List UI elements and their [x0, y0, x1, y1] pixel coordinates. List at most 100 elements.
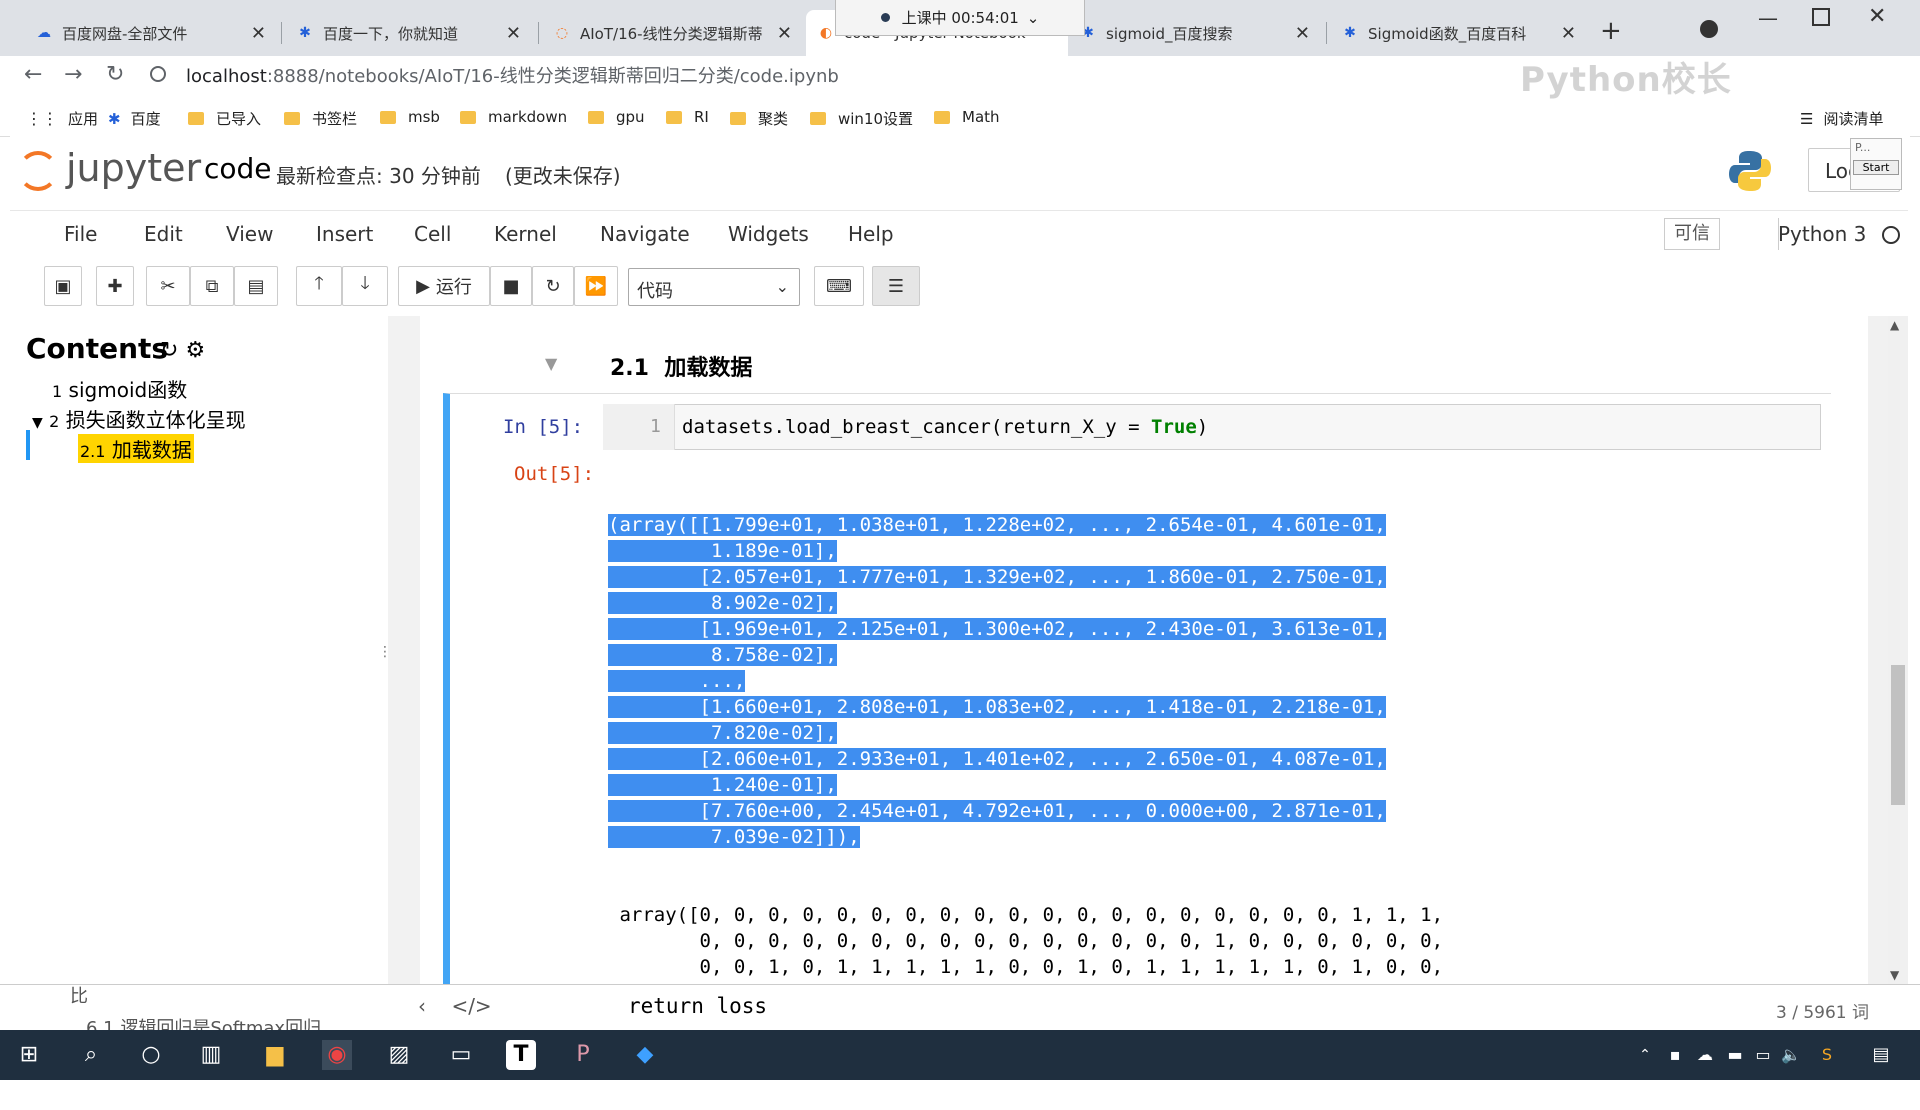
bookmark-bookmarks-bar[interactable]: 书签栏	[284, 108, 357, 129]
menu-view[interactable]: View	[226, 222, 273, 246]
jupyter-logo[interactable]: jupyter	[18, 146, 201, 191]
image-app-icon[interactable]: ▨	[384, 1040, 414, 1070]
toc-item-loss-3d[interactable]: ▼ 2 损失函数立体化呈现	[32, 404, 246, 433]
bookmark-math[interactable]: Math	[934, 108, 1000, 126]
scroll-down-arrow-icon[interactable]: ▼	[1890, 968, 1899, 982]
save-button[interactable]: ▣	[44, 266, 82, 306]
folder-icon	[730, 112, 746, 125]
info-icon[interactable]	[150, 66, 166, 82]
kernel-name[interactable]: Python 3	[1778, 222, 1866, 246]
window-close-button[interactable]: ✕	[1868, 4, 1886, 29]
restart-run-all-button[interactable]: ⏩	[574, 266, 618, 306]
menu-edit[interactable]: Edit	[144, 222, 183, 246]
bookmark-baidu[interactable]: ✱ 百度	[108, 108, 161, 129]
network-icon[interactable]: ▭	[1748, 1040, 1778, 1070]
paste-button[interactable]: ▤	[234, 266, 278, 306]
volume-icon[interactable]: 🔈	[1776, 1040, 1806, 1070]
bookmark-win10[interactable]: win10设置	[810, 108, 913, 129]
cell-type-select[interactable]: 代码 ⌄	[628, 268, 800, 306]
insert-cell-button[interactable]: ✚	[96, 266, 134, 306]
restart-button[interactable]: ↻	[532, 266, 574, 306]
address-input[interactable]: localhost:8888/notebooks/AIoT/16-线性分类逻辑斯…	[186, 62, 839, 88]
reading-list[interactable]: ☰ 阅读清单	[1800, 108, 1883, 129]
maximize-button[interactable]	[1812, 8, 1830, 26]
tab-sigmoid-search[interactable]: ✱ sigmoid_百度搜索 ✕	[1068, 10, 1322, 56]
reload-button[interactable]: ↻	[106, 62, 124, 87]
onedrive-icon[interactable]: ☁	[1690, 1040, 1720, 1070]
move-up-button[interactable]: 🡑	[296, 266, 342, 306]
typora-icon[interactable]: T	[506, 1040, 536, 1070]
copy-button[interactable]: ⧉	[190, 266, 234, 306]
menu-kernel[interactable]: Kernel	[494, 222, 557, 246]
splitter-grip-icon[interactable]: ⋮	[378, 644, 392, 660]
notebook-name[interactable]: code	[204, 152, 272, 185]
pdf-app-icon[interactable]: P	[568, 1040, 598, 1070]
gear-icon[interactable]: ⚙	[185, 338, 205, 363]
toc-toggle-button[interactable]: ☰	[872, 266, 920, 306]
forward-button[interactable]: →	[64, 62, 82, 87]
move-down-button[interactable]: 🡓	[342, 266, 388, 306]
trusted-indicator[interactable]: 可信	[1664, 218, 1720, 250]
tray-app-icon[interactable]: ▪	[1660, 1040, 1690, 1070]
bookmark-apps[interactable]: ⋮⋮ 应用	[26, 108, 98, 129]
menu-widgets[interactable]: Widgets	[728, 222, 809, 246]
menu-navigate[interactable]: Navigate	[600, 222, 690, 246]
file-explorer-icon[interactable]: ▆	[260, 1040, 290, 1070]
run-button[interactable]: ▶ 运行	[398, 266, 490, 306]
toc-item-load-data[interactable]: 2.1 加载数据	[78, 434, 194, 463]
cortana-icon[interactable]: ○	[136, 1040, 166, 1070]
back-button[interactable]: ←	[24, 62, 42, 87]
task-view-icon[interactable]: ▥	[196, 1040, 226, 1070]
bookmark-imported[interactable]: 已导入	[188, 108, 261, 129]
refresh-icon[interactable]: ↻	[160, 338, 178, 363]
command-palette-button[interactable]: ⌨	[814, 266, 864, 306]
class-timer-widget[interactable]: 上课中 00:54:01 ⌄	[835, 0, 1085, 36]
tab-baidu-search[interactable]: ✱ 百度一下，你就知道 ✕	[285, 10, 533, 56]
interrupt-button[interactable]: ■	[490, 266, 532, 306]
bookmark-gpu[interactable]: gpu	[588, 108, 645, 126]
close-icon[interactable]: ✕	[777, 23, 792, 44]
scrollbar-thumb[interactable]	[1891, 665, 1905, 805]
collapse-caret-icon[interactable]: ▼	[545, 354, 557, 373]
start-button[interactable]: Start	[1853, 160, 1899, 175]
terminal-icon[interactable]: ▭	[446, 1040, 476, 1070]
new-tab-button[interactable]: +	[1600, 16, 1622, 46]
tab-baidu-pan[interactable]: ☁ 百度网盘-全部文件 ✕	[24, 10, 278, 56]
close-icon[interactable]: ✕	[1561, 23, 1576, 44]
code-line[interactable]: datasets.load_breast_cancer(return_X_y =…	[682, 416, 1208, 438]
vscode-icon[interactable]: ◆	[630, 1040, 660, 1070]
footer-nav[interactable]: ‹ </>	[418, 994, 492, 1018]
close-icon[interactable]: ✕	[506, 23, 521, 44]
bookmark-markdown[interactable]: markdown	[460, 108, 567, 126]
search-icon[interactable]: ⌕	[76, 1040, 106, 1070]
close-icon[interactable]: ✕	[1295, 23, 1310, 44]
chevron-left-icon[interactable]: ‹	[418, 994, 426, 1018]
windows-start-icon[interactable]: ⊞	[14, 1040, 44, 1070]
menu-help[interactable]: Help	[848, 222, 894, 246]
bookmark-msb[interactable]: msb	[380, 108, 440, 126]
code-view-icon[interactable]: </>	[451, 994, 491, 1018]
battery-icon[interactable]: ▬	[1720, 1040, 1750, 1070]
notebook-scrollbar[interactable]	[1868, 316, 1888, 984]
tab-aiot-notebook[interactable]: ◌ AIoT/16-线性分类逻辑斯蒂 ✕	[542, 10, 804, 56]
input-method-icon[interactable]: S	[1812, 1040, 1842, 1070]
menu-file[interactable]: File	[64, 222, 97, 246]
cut-button[interactable]: ✂	[146, 266, 190, 306]
notifications-icon[interactable]: ▤	[1866, 1040, 1896, 1070]
bookmark-ri[interactable]: RI	[666, 108, 709, 126]
menu-insert[interactable]: Insert	[316, 222, 373, 246]
tab-search-icon[interactable]	[1700, 20, 1718, 38]
page-scrollbar[interactable]	[1888, 316, 1908, 984]
bookmark-clustering[interactable]: 聚类	[730, 108, 788, 129]
tray-arrow-icon[interactable]: ⌃	[1630, 1040, 1660, 1070]
chrome-icon[interactable]: ◉	[322, 1040, 352, 1070]
tab-sigmoid-baike[interactable]: ✱ Sigmoid函数_百度百科 ✕	[1330, 10, 1588, 56]
minimize-button[interactable]: —	[1758, 6, 1778, 30]
toc-item-sigmoid[interactable]: 1 sigmoid函数	[52, 374, 187, 403]
close-icon[interactable]: ✕	[251, 23, 266, 44]
toc-splitter[interactable]	[388, 316, 420, 984]
scroll-up-arrow-icon[interactable]: ▲	[1890, 318, 1899, 332]
caret-down-icon[interactable]: ▼	[32, 415, 43, 431]
start-overlay-widget[interactable]: P... Start	[1850, 138, 1902, 190]
menu-cell[interactable]: Cell	[414, 222, 451, 246]
